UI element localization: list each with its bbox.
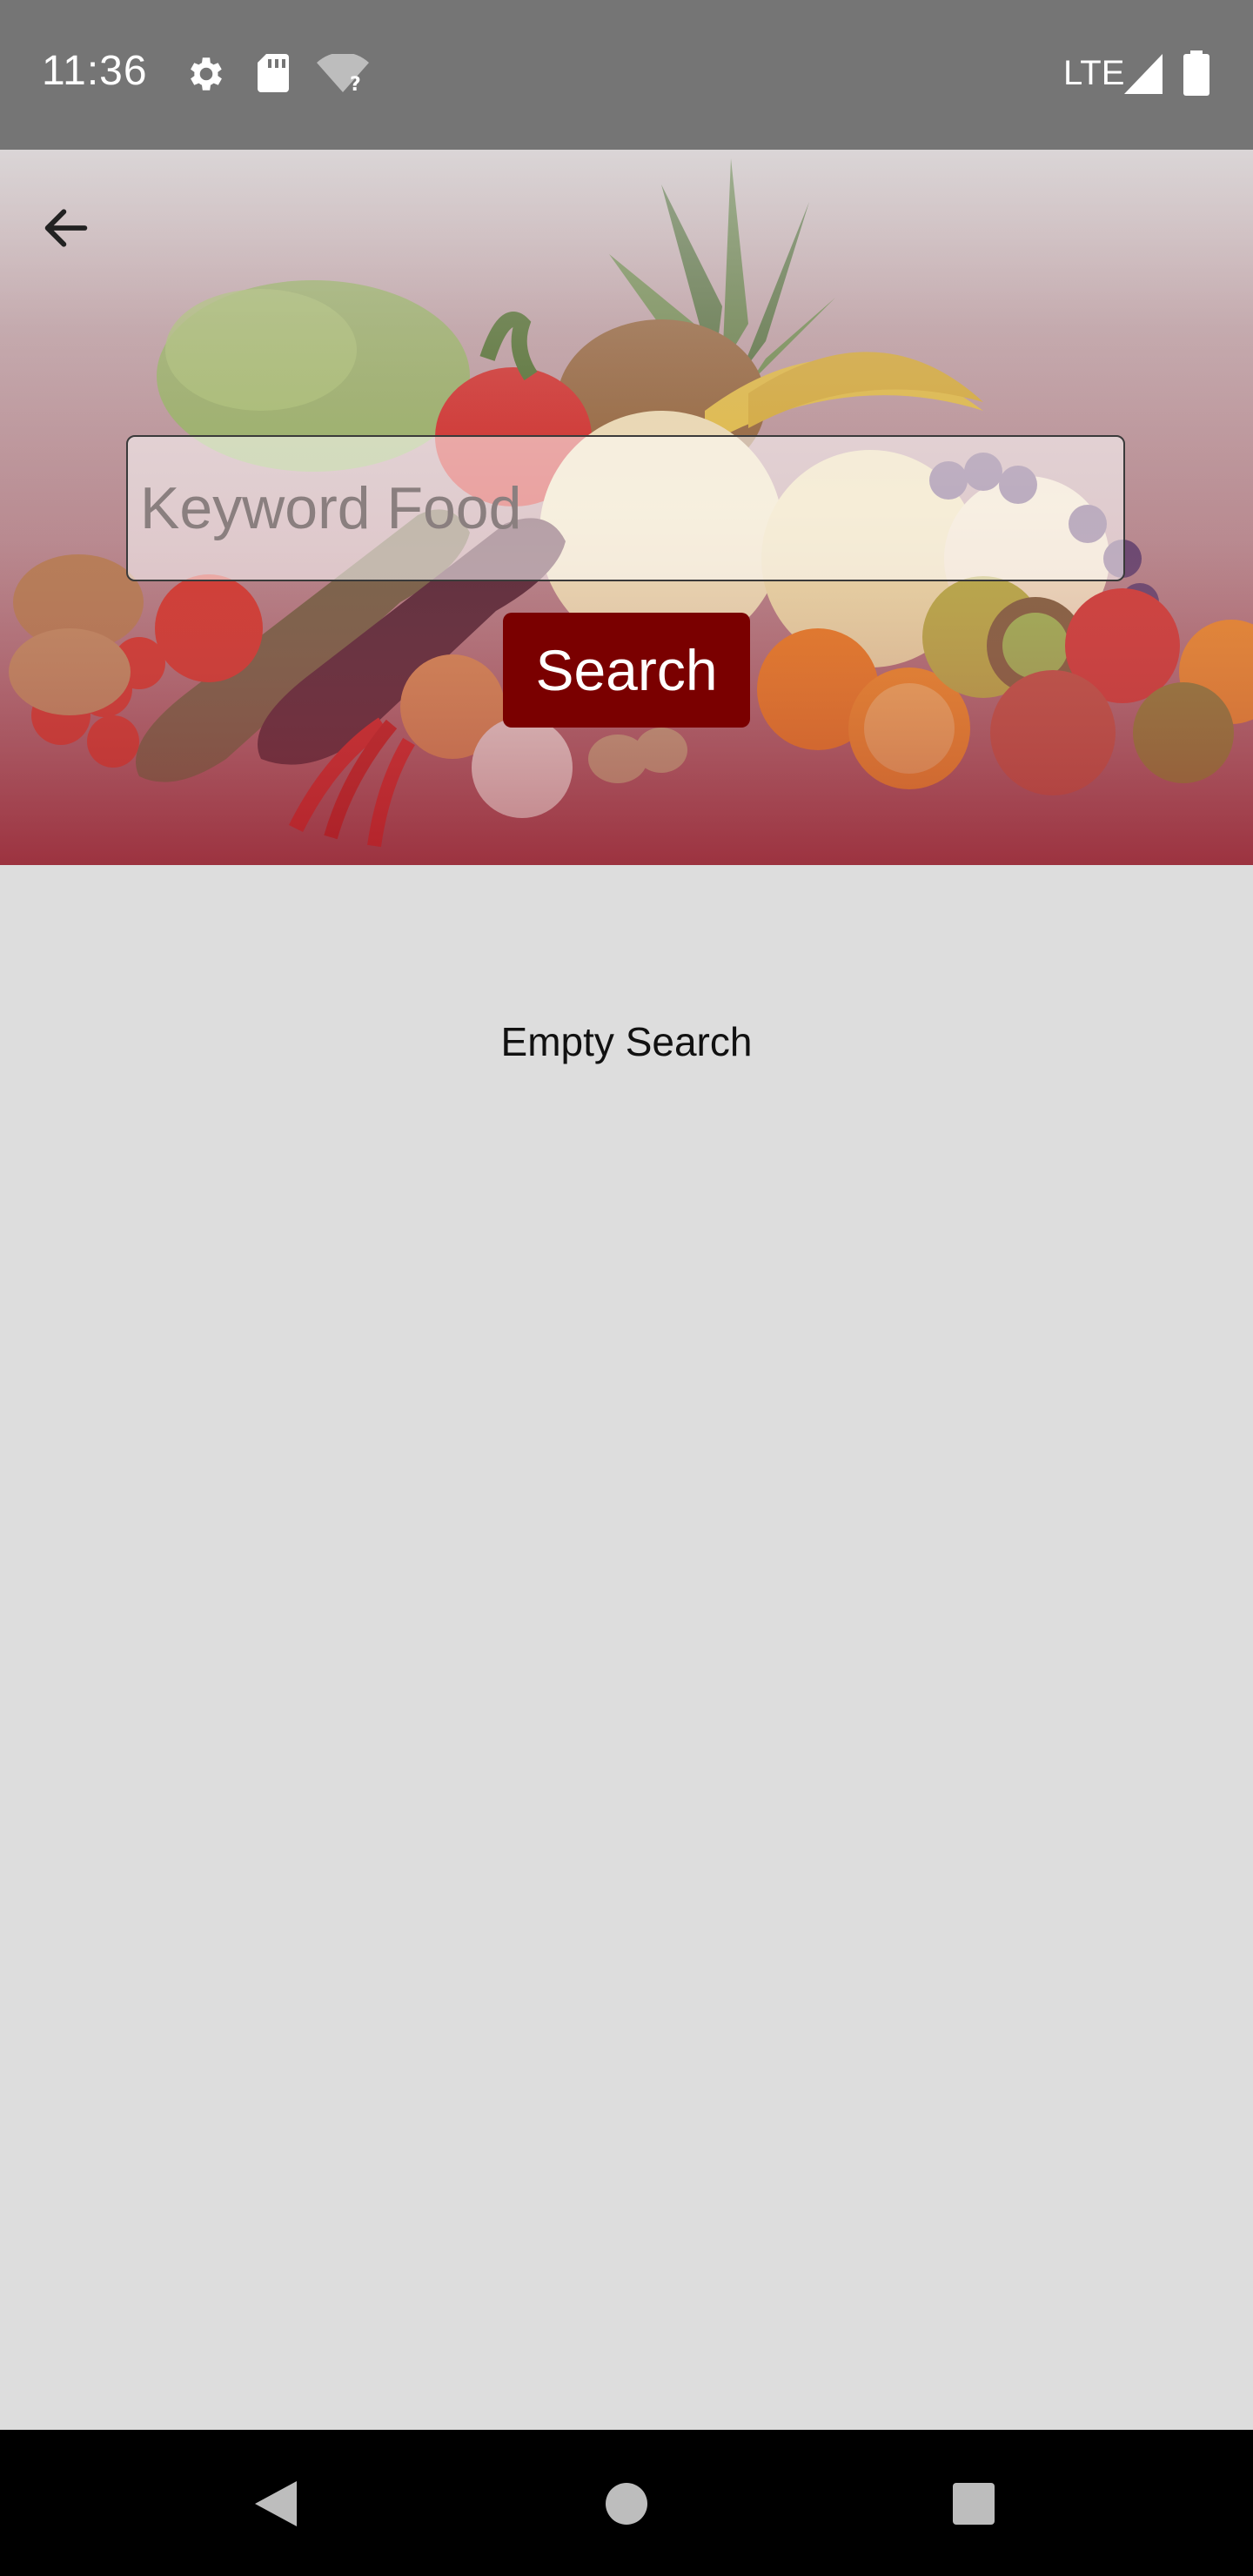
sd-card-icon bbox=[254, 52, 292, 98]
nav-recents-button[interactable] bbox=[935, 2465, 1013, 2543]
signal-icon bbox=[1124, 54, 1163, 98]
gear-icon bbox=[184, 52, 228, 100]
recents-square-icon bbox=[953, 2483, 995, 2525]
keyword-search-input[interactable] bbox=[126, 435, 1125, 581]
search-button[interactable]: Search bbox=[503, 613, 750, 728]
battery-icon bbox=[1183, 50, 1209, 100]
svg-text:?: ? bbox=[350, 74, 361, 94]
home-circle-icon bbox=[606, 2483, 647, 2525]
network-type-label: LTE bbox=[1063, 54, 1125, 92]
wifi-question-icon: ? bbox=[317, 52, 369, 98]
status-time: 11:36 bbox=[42, 48, 148, 94]
status-bar: 11:36 ? LTE bbox=[0, 0, 1253, 150]
back-button[interactable] bbox=[38, 200, 122, 284]
header-banner: Search bbox=[0, 150, 1253, 865]
arrow-left-icon bbox=[44, 209, 88, 247]
empty-search-message: Empty Search bbox=[500, 1019, 753, 1064]
nav-back-button[interactable] bbox=[237, 2465, 315, 2543]
back-triangle-icon bbox=[255, 2481, 297, 2526]
navigation-bar bbox=[0, 2430, 1253, 2576]
nav-home-button[interactable] bbox=[587, 2465, 666, 2543]
